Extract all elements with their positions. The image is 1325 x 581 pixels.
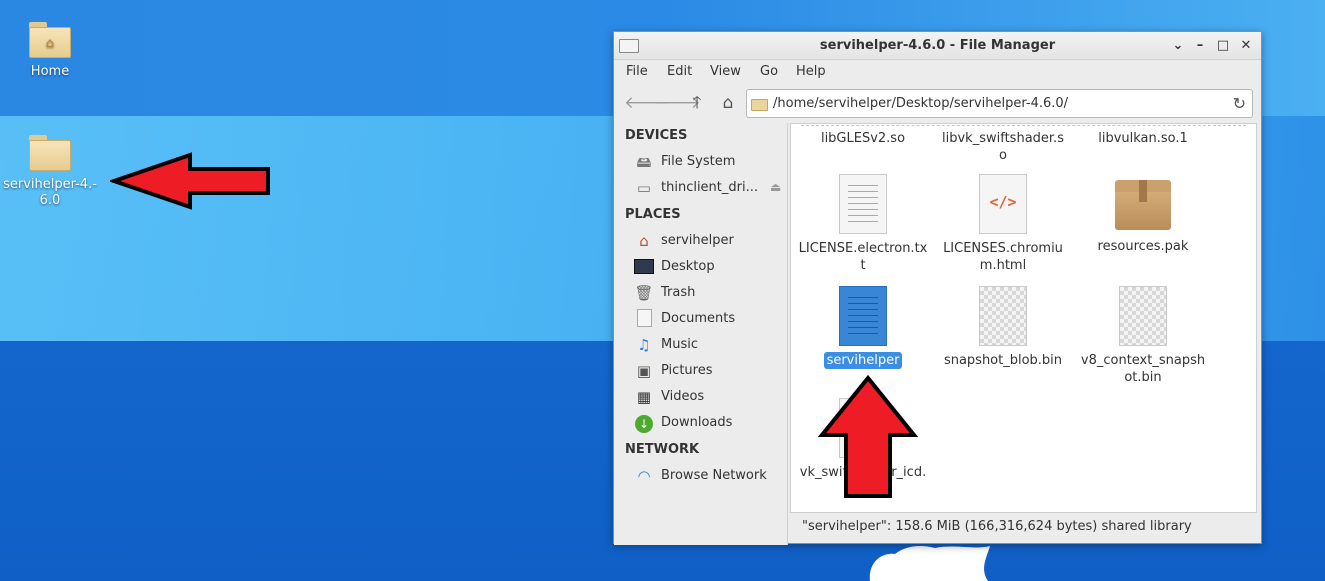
menu-go[interactable]: Go: [760, 64, 778, 79]
sidebar-item-documents[interactable]: Documents: [633, 308, 783, 330]
location-bar[interactable]: /home/servihelper/Desktop/servihelper-4.…: [746, 89, 1253, 118]
sidebar-item-downloads[interactable]: ↓ Downloads: [633, 412, 783, 434]
binary-file-icon: [1119, 286, 1167, 346]
sidebar-item-music[interactable]: ♫ Music: [633, 334, 783, 356]
sidebar-header-network: NETWORK: [625, 442, 700, 457]
music-icon: ♫: [637, 336, 651, 354]
shared-library-icon: [839, 286, 887, 346]
annotation-arrow-left: [110, 152, 270, 210]
file-name: v8_context_snapsh ot.bin: [1080, 353, 1206, 385]
sidebar-item-file-system[interactable]: 🖴 File System: [633, 151, 783, 173]
file-item[interactable]: snapshot_blob.bin: [936, 286, 1070, 369]
sidebar-item-label: Videos: [661, 389, 705, 404]
file-name: resources.pak: [1097, 239, 1189, 254]
network-icon: ◠: [637, 467, 651, 485]
file-item-selected[interactable]: servihelper: [796, 286, 930, 369]
forward-arrow-icon[interactable]: 🡒: [655, 92, 701, 114]
videos-icon: ▦: [636, 388, 652, 406]
file-item[interactable]: libGLESv2.so: [796, 130, 930, 147]
pictures-icon: ▣: [636, 362, 652, 380]
home-folder-icon: ⌂: [27, 20, 73, 60]
file-item[interactable]: LICENSE.electron.tx t: [796, 174, 930, 274]
sidebar-item-label: Downloads: [661, 415, 733, 430]
menu-help[interactable]: Help: [796, 64, 826, 79]
html-file-icon: </>: [979, 174, 1027, 234]
sidebar: DEVICES 🖴 File System ▭ thinclient_dri..…: [614, 123, 788, 545]
title-bar[interactable]: servihelper-4.6.0 - File Manager ⌄ – □ ✕: [614, 32, 1261, 60]
file-name: LICENSE.electron.tx t: [798, 241, 928, 273]
minimize-button[interactable]: –: [1191, 37, 1209, 55]
location-path[interactable]: /home/servihelper/Desktop/servihelper-4.…: [773, 96, 1068, 111]
file-name: libvulkan.so.1: [1098, 131, 1188, 146]
sidebar-item-browse-network[interactable]: ◠ Browse Network: [633, 465, 783, 487]
file-item[interactable]: libvulkan.so.1: [1076, 130, 1210, 147]
desktop-icon: [633, 257, 655, 277]
file-name: LICENSES.chromiu m.html: [943, 241, 1063, 273]
sidebar-item-label: Pictures: [661, 363, 713, 378]
file-name: snapshot_blob.bin: [943, 353, 1063, 368]
status-bar: "servihelper": 158.6 MiB (166,316,624 by…: [790, 516, 1257, 540]
trash-icon: 🗑: [634, 284, 654, 302]
desktop-icon-home[interactable]: ⌂ Home: [0, 20, 100, 80]
xfce-mouse-logo: [869, 546, 990, 581]
file-item[interactable]: v8_context_snapsh ot.bin: [1076, 286, 1210, 386]
folder-icon: [751, 97, 768, 111]
sidebar-item-label: thinclient_dri...: [661, 180, 758, 195]
sidebar-item-thinclient[interactable]: ▭ thinclient_dri... ⏏: [633, 177, 783, 199]
menu-edit[interactable]: Edit: [667, 64, 692, 79]
sidebar-item-desktop[interactable]: Desktop: [633, 256, 783, 278]
file-item[interactable]: </> LICENSES.chromiu m.html: [936, 174, 1070, 274]
sidebar-item-trash[interactable]: 🗑 Trash: [633, 282, 783, 304]
reload-icon[interactable]: ↻: [1233, 94, 1246, 113]
up-arrow-icon[interactable]: 🡑: [686, 92, 708, 114]
sidebar-item-servihelper[interactable]: ⌂ servihelper: [633, 230, 783, 252]
sidebar-header-places: PLACES: [625, 207, 681, 222]
home-icon[interactable]: ⌂: [717, 92, 739, 114]
home-icon: ⌂: [639, 232, 649, 250]
sidebar-item-label: Documents: [661, 311, 736, 326]
file-name: libvk_swiftshader.s o: [942, 131, 1064, 163]
documents-icon: [633, 309, 655, 329]
sidebar-item-label: Trash: [661, 285, 696, 300]
desktop-icon-label: servihelper-4.- 6.0: [3, 177, 97, 208]
menu-bar: File Edit View Go Help: [614, 60, 1261, 86]
sidebar-item-videos[interactable]: ▦ Videos: [633, 386, 783, 408]
folder-icon: [27, 133, 73, 173]
window-menu-button[interactable]: ⌄: [1169, 37, 1187, 55]
annotation-arrow-up: [818, 374, 918, 498]
menu-view[interactable]: View: [710, 64, 741, 79]
file-item[interactable]: resources.pak: [1076, 174, 1210, 255]
removable-drive-icon: ▭: [636, 179, 652, 197]
file-name: servihelper: [823, 352, 903, 369]
status-text: "servihelper": 158.6 MiB (166,316,624 by…: [802, 519, 1192, 534]
binary-file-icon: [979, 286, 1027, 346]
drive-icon: 🖴: [636, 153, 652, 171]
sidebar-item-label: Browse Network: [661, 468, 767, 483]
eject-icon[interactable]: ⏏: [770, 180, 781, 194]
text-document-icon: [839, 174, 887, 234]
file-manager-window: servihelper-4.6.0 - File Manager ⌄ – □ ✕…: [613, 31, 1262, 545]
window-title: servihelper-4.6.0 - File Manager: [819, 38, 1056, 53]
desktop-icon-label: Home: [30, 64, 70, 79]
sidebar-item-label: Music: [661, 337, 698, 352]
package-icon: [1115, 180, 1171, 230]
file-item[interactable]: libvk_swiftshader.s o: [936, 130, 1070, 164]
sidebar-item-label: Desktop: [661, 259, 715, 274]
sidebar-item-label: File System: [661, 154, 736, 169]
downloads-icon: ↓: [633, 413, 655, 433]
sidebar-item-label: servihelper: [661, 233, 734, 248]
menu-file[interactable]: File: [626, 64, 648, 79]
close-button[interactable]: ✕: [1237, 37, 1255, 55]
back-arrow-icon[interactable]: 🡐: [624, 92, 670, 114]
desktop-icon-servihelper-folder[interactable]: servihelper-4.- 6.0: [0, 133, 100, 209]
sidebar-item-pictures[interactable]: ▣ Pictures: [633, 360, 783, 382]
file-name: libGLESv2.so: [820, 131, 906, 146]
maximize-button[interactable]: □: [1214, 37, 1232, 55]
sidebar-header-devices: DEVICES: [625, 128, 688, 143]
